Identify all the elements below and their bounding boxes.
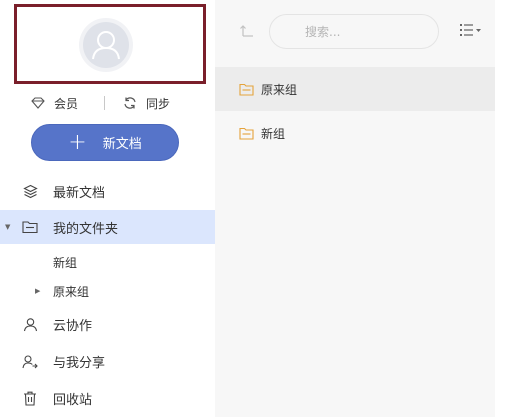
return-up-icon	[239, 24, 255, 42]
folder-name: 新组	[261, 126, 286, 141]
sidebar-item-label: 回收站	[53, 392, 93, 408]
sidebar-item-my-folders[interactable]: ▼ 我的文件夹	[0, 210, 215, 244]
new-doc-label: 新文档	[102, 137, 142, 152]
scrollbar[interactable]	[495, 0, 510, 417]
search-box[interactable]	[269, 14, 439, 49]
share-user-icon	[22, 353, 38, 369]
folder-row[interactable]: 原来组	[215, 67, 495, 111]
sidebar-item-label: 我的文件夹	[53, 221, 119, 237]
sidebar-item-coop[interactable]: 云协作	[0, 307, 215, 341]
sidebar-item-shared[interactable]: 与我分享	[0, 344, 215, 378]
caret-right-icon[interactable]: ▶	[35, 287, 40, 295]
sidebar: 会员 同步 + 新文档 最新文档 ▼ 我的文件夹 新组 ▶ 原来组 云协作 与我…	[0, 0, 215, 417]
plus-icon: +	[68, 129, 87, 155]
trash-icon	[22, 390, 38, 406]
up-level-button[interactable]	[237, 23, 257, 43]
user-icon	[83, 22, 129, 68]
user-profile-box[interactable]	[14, 4, 206, 84]
search-input[interactable]	[305, 23, 425, 41]
sidebar-item-label: 云协作	[53, 318, 93, 334]
avatar[interactable]	[79, 18, 133, 72]
sync-link[interactable]: 同步	[122, 94, 170, 112]
folder-icon	[22, 219, 38, 235]
user-icon	[22, 316, 38, 332]
sidebar-item-label: 与我分享	[53, 355, 106, 371]
vip-label: 会员	[54, 96, 79, 111]
folder-row[interactable]: 新组	[215, 111, 495, 155]
list-view-icon	[459, 23, 483, 41]
sidebar-subitem-label: 原来组	[53, 284, 90, 299]
divider	[104, 96, 105, 110]
sidebar-subitem[interactable]: 新组	[0, 248, 215, 276]
folder-name: 原来组	[261, 82, 298, 97]
sidebar-item-label: 最新文档	[53, 185, 106, 201]
sidebar-item-recent[interactable]: 最新文档	[0, 174, 215, 208]
main-panel: 原来组 新组	[215, 0, 495, 417]
sidebar-item-trash[interactable]: 回收站	[0, 381, 215, 415]
folder-icon	[239, 82, 255, 96]
sync-icon	[122, 95, 138, 111]
diamond-icon	[30, 95, 46, 111]
layers-icon	[22, 183, 38, 199]
new-doc-button[interactable]: + 新文档	[31, 124, 179, 161]
sidebar-subitem[interactable]: ▶ 原来组	[0, 277, 215, 305]
view-toggle-button[interactable]	[459, 23, 485, 41]
sidebar-subitem-label: 新组	[53, 255, 78, 270]
caret-down-icon[interactable]: ▼	[5, 223, 10, 231]
folder-icon	[239, 126, 255, 140]
sync-label: 同步	[146, 96, 171, 111]
vip-link[interactable]: 会员	[30, 94, 78, 112]
